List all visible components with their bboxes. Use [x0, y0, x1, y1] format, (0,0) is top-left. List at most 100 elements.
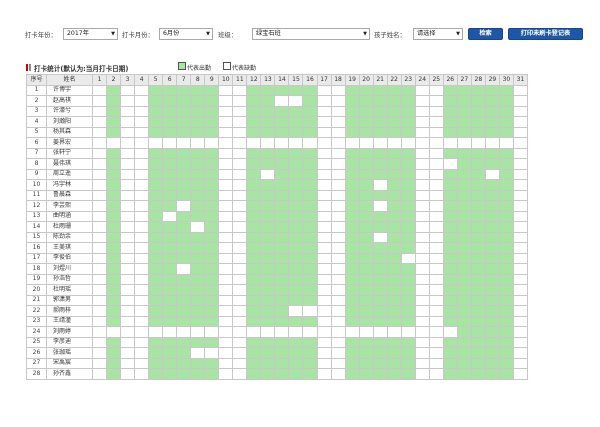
attendance-cell-absent: [316, 200, 332, 212]
attendance-cell-absent: [428, 200, 444, 212]
attendance-cell-present: [400, 347, 416, 359]
attendance-cell-present: [484, 158, 500, 170]
attendance-cell-present: [148, 231, 164, 243]
month-select-value: 6月份: [163, 30, 180, 37]
day-header: 26: [442, 74, 458, 86]
attendance-cell-absent: [218, 158, 234, 170]
attendance-cell-absent: [106, 326, 122, 338]
print-unswiped-register-button[interactable]: 打印未刷卡登记表: [508, 28, 583, 40]
attendance-cell-absent: [120, 326, 136, 338]
attendance-cell-present: [400, 263, 416, 275]
dropdown-arrow-icon: ▼: [363, 31, 367, 37]
attendance-cell-absent: [330, 347, 346, 359]
table-row: 2 赵高祺: [26, 95, 529, 107]
table-row: 6 姜界宏: [26, 137, 529, 149]
attendance-cell-present: [148, 158, 164, 170]
attendance-cell-present: [260, 252, 276, 264]
attendance-cell-present: [442, 200, 458, 212]
attendance-cell-present: [162, 105, 178, 117]
attendance-cell-present: [470, 263, 486, 275]
attendance-cell-absent: [218, 189, 234, 201]
attendance-cell-absent: [91, 294, 108, 306]
attendance-cell-present: [204, 294, 220, 306]
child-name-select[interactable]: 请选择 ▼: [413, 28, 463, 40]
attendance-cell-present: [400, 231, 416, 243]
attendance-cell-present: [204, 315, 220, 327]
attendance-cell-absent: [232, 273, 248, 285]
attendance-cell-absent: [120, 252, 136, 264]
attendance-cell-present: [148, 242, 164, 254]
student-name: 郝雨梓: [46, 305, 93, 317]
attendance-cell-present: [484, 294, 500, 306]
attendance-cell-absent: [512, 84, 529, 96]
absent-legend-swatch: [223, 62, 231, 70]
attendance-cell-present: [358, 95, 374, 107]
attendance-cell-absent: [316, 95, 332, 107]
attendance-cell-present: [176, 221, 192, 233]
attendance-cell-present: [358, 221, 374, 233]
attendance-cell-present: [470, 95, 486, 107]
attendance-cell-absent: [330, 200, 346, 212]
month-select[interactable]: 6月份 ▼: [159, 28, 213, 40]
attendance-cell-absent: [414, 347, 430, 359]
attendance-cell-present: [190, 263, 206, 275]
attendance-cell-present: [386, 294, 402, 306]
attendance-cell-present: [372, 315, 388, 327]
class-select-value: 绿宝石班: [256, 30, 281, 37]
attendance-cell-absent: [232, 231, 248, 243]
child-name-select-value: 请选择: [417, 30, 436, 37]
attendance-cell-present: [176, 105, 192, 117]
search-button[interactable]: 检索: [468, 28, 503, 40]
row-index: 20: [26, 284, 47, 296]
attendance-cell-present: [246, 210, 262, 222]
attendance-cell-present: [344, 158, 360, 170]
attendance-cell-present: [274, 242, 290, 254]
attendance-cell-absent: [218, 252, 234, 264]
attendance-cell-present: [176, 168, 192, 180]
attendance-cell-absent: [316, 137, 332, 149]
table-row: 22 郝雨梓: [26, 305, 529, 317]
day-header: 21: [372, 74, 388, 86]
attendance-cell-present: [106, 168, 122, 180]
attendance-cell-present: [288, 221, 304, 233]
attendance-cell-absent: [330, 210, 346, 222]
attendance-cell-absent: [232, 126, 248, 138]
attendance-cell-present: [302, 231, 318, 243]
table-row: 15 陈劲余: [26, 231, 529, 243]
attendance-cell-absent: [428, 231, 444, 243]
attendance-table-body: 1 许博宇 2 赵高祺 3 许濠兮 4 刘瀚阳 5 杨其森 6 姜界宏 7 张轩宁 8 聂伟琪 9 周立遥 10 冯宇…: [26, 84, 529, 380]
attendance-cell-present: [358, 200, 374, 212]
table-row: 20 杜明瑶: [26, 284, 529, 296]
attendance-cell-absent: [218, 168, 234, 180]
attendance-cell-absent: [414, 252, 430, 264]
attendance-cell-present: [148, 200, 164, 212]
attendance-cell-present: [456, 347, 472, 359]
attendance-cell-present: [190, 294, 206, 306]
attendance-cell-present: [372, 357, 388, 369]
attendance-cell-absent: [91, 95, 108, 107]
attendance-cell-absent: [414, 105, 430, 117]
attendance-cell-absent: [176, 263, 192, 275]
attendance-cell-absent: [442, 326, 458, 338]
attendance-cell-absent: [428, 84, 444, 96]
attendance-cell-present: [204, 357, 220, 369]
attendance-cell-absent: [134, 357, 150, 369]
attendance-cell-present: [106, 221, 122, 233]
attendance-cell-present: [260, 84, 276, 96]
attendance-cell-present: [246, 315, 262, 327]
month-label: 打卡月份：: [122, 31, 154, 39]
year-select[interactable]: 2017年 ▼: [63, 28, 118, 40]
attendance-cell-present: [176, 347, 192, 359]
attendance-cell-present: [344, 368, 360, 380]
table-row: 7 张轩宁: [26, 147, 529, 159]
class-select[interactable]: 绿宝石班 ▼: [252, 28, 370, 40]
attendance-cell-absent: [134, 95, 150, 107]
attendance-cell-absent: [91, 126, 108, 138]
row-index: 13: [26, 210, 47, 222]
attendance-cell-present: [274, 116, 290, 128]
attendance-cell-present: [246, 368, 262, 380]
attendance-cell-absent: [330, 357, 346, 369]
attendance-cell-absent: [232, 347, 248, 359]
attendance-cell-absent: [190, 347, 206, 359]
attendance-cell-absent: [260, 326, 276, 338]
